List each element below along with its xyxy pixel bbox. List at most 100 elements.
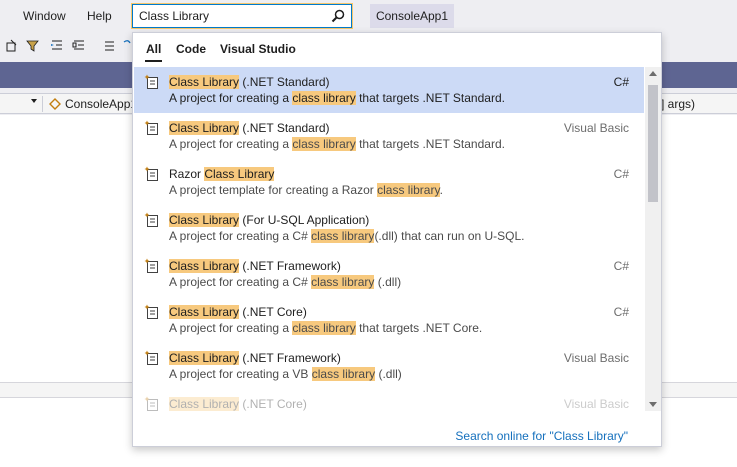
text-segment: A project template for creating a Razor [169,183,378,197]
result-item[interactable]: Class Library (For U-SQL Application) A p… [134,205,644,251]
match-highlight: class library [292,321,356,335]
project-template-icon [144,166,160,182]
result-item[interactable]: Class Library (.NET Standard) A project f… [134,113,644,159]
project-template-icon [144,120,160,136]
tab-code[interactable]: Code [176,42,206,56]
match-highlight: Class Library [169,259,240,273]
search-icon[interactable] [331,9,345,23]
result-item[interactable]: Class Library (.NET Core) Visual Basic [134,389,644,411]
comment-icon[interactable] [102,39,116,53]
text-segment: that targets .NET Core. [355,321,483,335]
project-template-icon [144,258,160,274]
nav-separator [42,96,43,112]
result-description: A project for creating a class library t… [169,137,505,151]
result-language: Visual Basic [563,351,629,365]
project-template-icon [144,350,160,366]
text-segment: A project for creating a C# [169,275,312,289]
text-segment: (.dll) [375,367,402,381]
result-title: Class Library (.NET Core) [169,305,307,319]
menu-bar: Window Help ConsoleApp1 [0,0,737,34]
tab-visual-studio[interactable]: Visual Studio [220,42,296,56]
indent-icon[interactable] [50,39,64,53]
scroll-thumb[interactable] [648,85,658,202]
match-highlight: Class Library [169,213,240,227]
search-box[interactable] [132,4,352,28]
result-item[interactable]: Class Library (.NET Framework) A project … [134,251,644,297]
match-highlight: class library [311,275,375,289]
project-icon [49,98,61,110]
match-highlight: Class Library [169,305,240,319]
result-language: C# [613,75,629,89]
text-segment: (.NET Standard) [239,75,330,89]
text-segment: Razor [169,167,205,181]
project-template-icon [144,396,160,411]
result-description: A project for creating a VB class librar… [169,367,402,381]
result-item[interactable]: Razor Class Library A project template fo… [134,159,644,205]
result-language: Visual Basic [563,397,629,411]
result-language: Visual Basic [563,121,629,135]
result-item[interactable]: Class Library (.NET Core) A project for c… [134,297,644,343]
project-template-icon [144,212,160,228]
tab-all[interactable]: All [144,42,163,62]
result-description: A project for creating a C# class librar… [169,275,401,289]
outdent-icon[interactable] [72,39,86,53]
result-title: Class Library (.NET Framework) [169,351,341,365]
text-segment: that targets .NET Standard. [355,137,505,151]
result-title: Class Library (.NET Framework) [169,259,341,273]
text-segment: (.dll) that can run on U-SQL. [374,229,525,243]
text-segment: (.NET Standard) [239,121,330,135]
result-item[interactable]: Class Library (.NET Framework) A project … [134,343,644,389]
text-segment: . [439,183,443,197]
text-segment: (.NET Framework) [239,351,341,365]
match-highlight: class library [311,229,375,243]
scroll-down-arrow-icon[interactable] [649,402,657,407]
result-language: C# [613,167,629,181]
format-icon[interactable] [6,39,20,53]
result-item[interactable]: Class Library (.NET Standard) A project f… [134,67,644,113]
text-segment: A project for creating a [169,91,293,105]
result-title: Class Library (For U-SQL Application) [169,213,369,227]
text-segment: A project for creating a [169,137,293,151]
scroll-up-arrow-icon[interactable] [649,71,657,76]
text-segment: that targets .NET Standard. [355,91,505,105]
menu-help[interactable]: Help [87,9,112,23]
result-title: Razor Class Library [169,167,275,181]
search-results-dropdown: All Code Visual Studio Class Library (.N… [132,32,662,447]
result-title: Class Library (.NET Standard) [169,75,330,89]
result-description: A project for creating a C# class librar… [169,229,525,243]
match-highlight: Class Library [204,167,275,181]
search-online-link[interactable]: Search online for "Class Library" [455,429,628,443]
project-template-icon [144,74,160,90]
text-segment: A project for creating a C# [169,229,312,243]
match-highlight: class library [292,91,356,105]
text-segment: (For U-SQL Application) [239,213,370,227]
text-segment: (.dll) [374,275,402,289]
text-segment: A project for creating a VB [169,367,312,381]
match-highlight: Class Library [169,75,240,89]
text-segment: (.NET Core) [239,305,307,319]
result-language: C# [613,259,629,273]
result-language: C# [613,305,629,319]
results-list: Class Library (.NET Standard) A project f… [134,67,644,411]
project-name-badge[interactable]: ConsoleApp1 [370,4,454,28]
result-description: A project template for creating a Razor … [169,183,443,197]
nav-project-dropdown[interactable]: ConsoleApp1 [65,97,137,111]
results-scrollbar[interactable] [645,67,661,411]
text-segment: (.NET Core) [239,397,307,411]
filter-icon[interactable] [26,39,40,53]
match-highlight: Class Library [169,121,240,135]
result-title: Class Library (.NET Standard) [169,121,330,135]
result-description: A project for creating a class library t… [169,321,482,335]
project-template-icon [144,304,160,320]
match-highlight: Class Library [169,351,240,365]
result-title: Class Library (.NET Core) [169,397,307,411]
search-input[interactable] [139,8,319,24]
match-highlight: Class Library [169,397,240,411]
text-segment: A project for creating a [169,321,293,335]
match-highlight: class library [377,183,440,197]
match-highlight: class library [292,137,356,151]
text-segment: (.NET Framework) [239,259,341,273]
menu-window[interactable]: Window [23,9,66,23]
chevron-down-icon[interactable] [31,99,37,103]
match-highlight: class library [311,367,376,381]
